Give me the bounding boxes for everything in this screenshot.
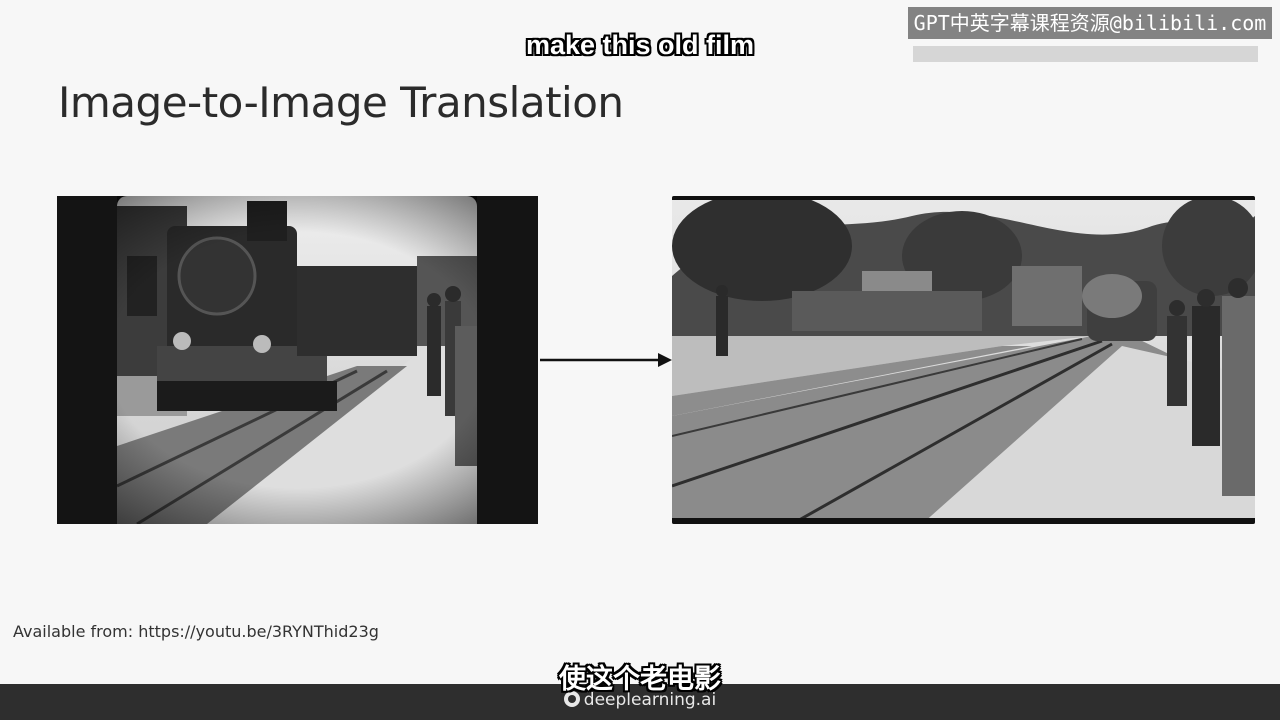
right-arrow-icon (540, 353, 672, 367)
enhanced-film-frame (672, 196, 1255, 524)
watermark: GPT中英字幕课程资源@bilibili.com (908, 7, 1272, 39)
slide: Image-to-Image Translation Available fro… (0, 0, 1280, 684)
slide-title: Image-to-Image Translation (58, 78, 624, 127)
watermark-ghost-icon (913, 46, 1258, 62)
chinese-subtitle: 使这个老电影 (559, 664, 721, 695)
source-caption: Available from: https://youtu.be/3RYNThi… (13, 622, 379, 641)
enhanced-film-image (672, 196, 1255, 524)
old-film-image (57, 196, 538, 524)
old-film-frame (57, 196, 538, 524)
